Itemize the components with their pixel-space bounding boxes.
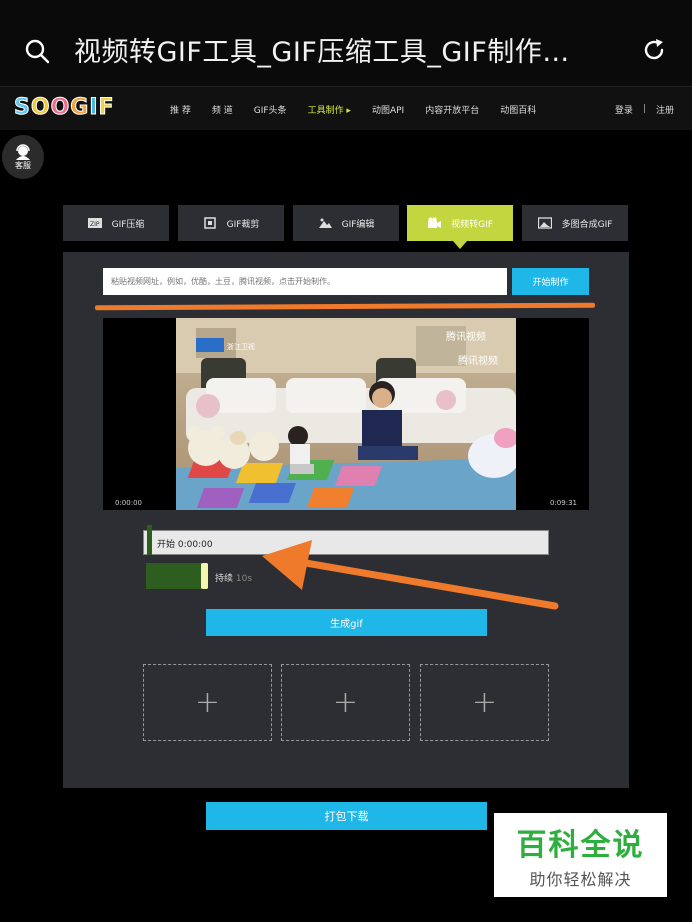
customer-service-label: 客服 [15, 160, 31, 170]
nav-item-3[interactable]: 工具制作 ▸ [308, 103, 351, 116]
logo-letter: O [50, 95, 71, 121]
nav-item-1[interactable]: 频 道 [212, 103, 233, 116]
watermark-title: 百科全说 [516, 828, 645, 863]
auth-separator: | [642, 104, 646, 114]
duration-slider[interactable] [146, 563, 208, 589]
tab-multi-image-gif[interactable]: 多图合成GIF [522, 205, 628, 241]
zip-icon: ZIP [87, 218, 102, 228]
nav-item-2[interactable]: GIF头条 [254, 103, 287, 116]
start-button[interactable]: 开始制作 [512, 268, 589, 295]
headset-icon [16, 143, 30, 160]
site-nav: SOOGIF 推 荐频 道 GIF头条 工具制作 ▸ 动图API 内容开放平台 动图百科 … [0, 86, 692, 130]
logo-letter: G [70, 95, 90, 121]
video-current-time: 0:00:00 [115, 499, 142, 507]
login-link[interactable]: 登录 [615, 103, 633, 116]
tab-gif-crop[interactable]: GIF裁剪 [178, 205, 284, 241]
video-total-time: 0:09:31 [550, 499, 577, 507]
reload-icon[interactable] [640, 36, 668, 64]
nav-item-6[interactable]: 动图百科 [500, 103, 536, 116]
nav-menu: 推 荐 频 道 GIF头条 工具制作 ▸ 动图API 内容开放平台 动图百科 [170, 87, 557, 131]
watermark-subtitle: 助你轻松解决 [529, 870, 632, 889]
search-icon[interactable] [24, 38, 50, 64]
video-watermark-right-2: 腾讯视频 [458, 354, 498, 367]
tool-tabs: ZIP GIF压缩 GIF裁剪 GIF编辑 视频转GIF 多图合成GIF [63, 205, 629, 249]
nav-item-0[interactable]: 推 荐 [170, 103, 191, 116]
logo-letter: F [98, 95, 115, 121]
tab-gif-edit[interactable]: GIF编辑 [293, 205, 399, 241]
video-frame: 浙江卫视 腾讯视频 腾讯视频 [176, 318, 516, 510]
svg-text:ZIP: ZIP [90, 221, 100, 228]
duration-label: 持续 10s [215, 574, 253, 584]
page-title: 视频转GIF工具_GIF压缩工具_GIF制作… [74, 37, 570, 68]
start-label: 开始 0:00:00 [157, 540, 213, 550]
customer-service-button[interactable]: 客服 [2, 135, 44, 179]
start-timeline[interactable]: 开始 0:00:00 [143, 525, 549, 555]
register-link[interactable]: 注册 [656, 103, 674, 116]
nav-item-4[interactable]: 动图API [372, 103, 404, 116]
logo-letter: O [30, 95, 51, 121]
image-edit-icon [318, 218, 332, 228]
download-all-button[interactable]: 打包下载 [206, 802, 487, 830]
watermark-badge: 百科全说 助你轻松解决 [494, 813, 667, 897]
gif-slot-1[interactable]: + [143, 664, 272, 741]
nav-item-5[interactable]: 内容开放平台 [425, 103, 479, 116]
video-camera-icon [428, 217, 442, 228]
multi-image-icon [537, 217, 552, 229]
tab-gif-compress[interactable]: ZIP GIF压缩 [63, 205, 169, 241]
start-handle[interactable] [147, 525, 152, 555]
duration-value: 10s [235, 574, 253, 584]
video-url-input[interactable] [103, 268, 507, 295]
video-player[interactable]: 浙江卫视 腾讯视频 腾讯视频 0:00:00 0:09:31 [103, 318, 589, 510]
tab-video-to-gif[interactable]: 视频转GIF [407, 205, 513, 249]
browser-bar: 视频转GIF工具_GIF压缩工具_GIF制作… [0, 0, 692, 86]
logo-letter: I [89, 95, 99, 121]
site-logo[interactable]: SOOGIF [14, 95, 115, 121]
duration-knob[interactable] [201, 563, 208, 589]
generate-gif-button[interactable]: 生成gif [206, 609, 487, 636]
gif-slot-2[interactable]: + [281, 664, 410, 741]
logo-letter: S [14, 95, 31, 121]
gif-slot-3[interactable]: + [420, 664, 549, 741]
auth-links: 登录 | 注册 [615, 87, 674, 131]
video-watermark-right-1: 腾讯视频 [446, 330, 486, 343]
video-watermark-left: 浙江卫视 [227, 342, 255, 351]
crop-icon [203, 217, 216, 229]
